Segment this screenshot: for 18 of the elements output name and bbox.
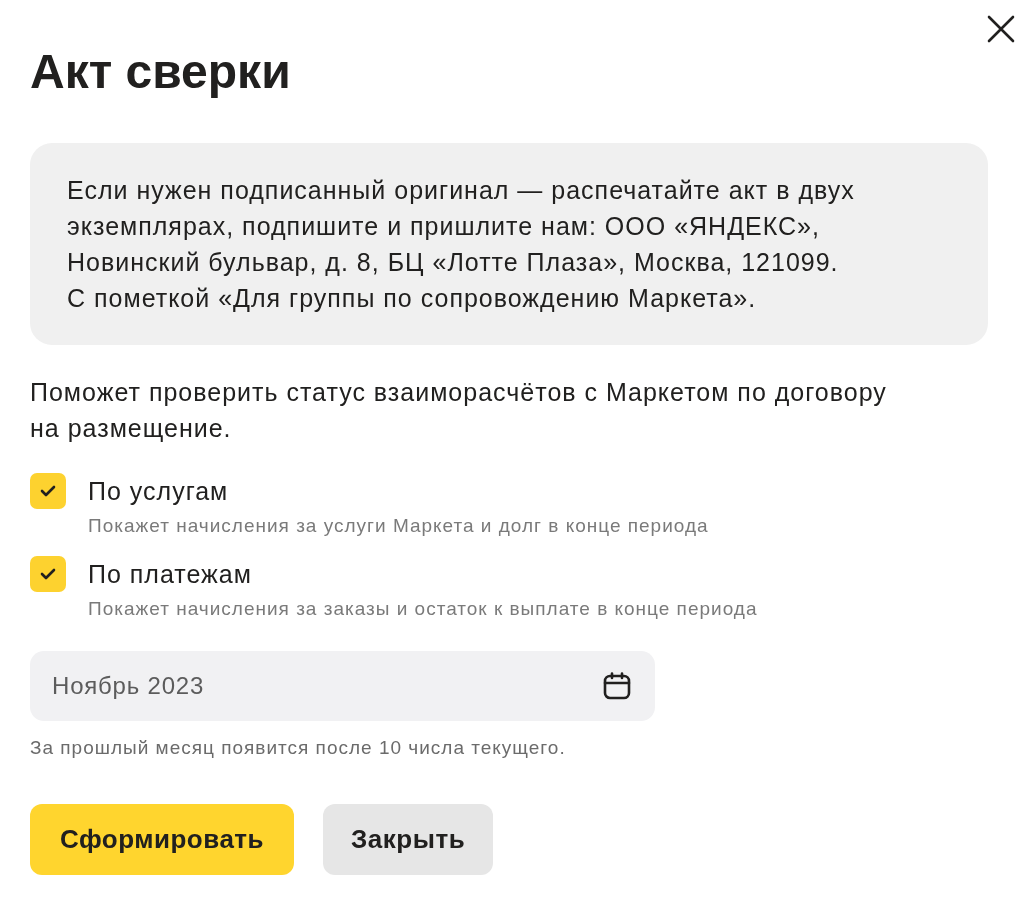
close-dialog-button[interactable]: Закрыть: [323, 804, 494, 875]
check-icon: [40, 485, 56, 497]
period-hint: За прошлый месяц появится после 10 числа текущего.: [30, 736, 566, 760]
generate-button[interactable]: Сформировать: [30, 804, 295, 875]
close-button[interactable]: [986, 14, 1016, 44]
notice-text: Если нужен подписанный оригинал — распечатайте акт в двух экземплярах, подпишите и пришлите нам: ООО «ЯНДЕКС», Новинский бульвар, д. 8, БЦ «Лотте Плаза», Москва, 121099. С пометкой «Для группы по сопровождению Маркета».: [67, 175, 856, 314]
option-description: Покажет начисления за услуги Маркета и долг в конце периода: [88, 514, 709, 538]
checkbox[interactable]: [30, 473, 66, 509]
check-icon: [40, 568, 56, 580]
intro-text: Поможет проверить статус взаиморасчётов с Маркетом по договору на размещение.: [30, 377, 888, 444]
period-field[interactable]: Ноябрь 2023: [30, 651, 655, 721]
option-description: Покажет начисления за заказы и остаток к выплате в конце периода: [88, 597, 758, 621]
close-icon: [987, 15, 1015, 43]
dialog-title: Акт сверки: [30, 44, 291, 100]
calendar-icon: [603, 672, 631, 700]
option-label[interactable]: По платежам: [88, 559, 252, 589]
option-label[interactable]: По услугам: [88, 476, 229, 506]
checkbox[interactable]: [30, 556, 66, 592]
